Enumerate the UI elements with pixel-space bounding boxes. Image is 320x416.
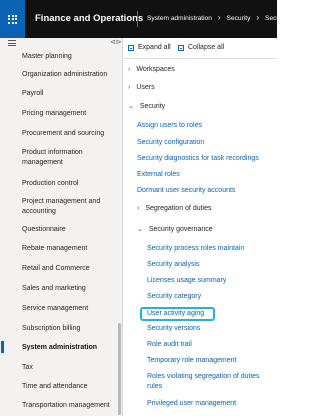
chevron-down-icon: ⌄ xyxy=(128,103,134,110)
link-user-activity-aging[interactable]: User activity aging xyxy=(147,309,204,319)
expand-all-button[interactable]: Expand all xyxy=(128,44,171,51)
top-bar: Finance and Operations System administra… xyxy=(0,0,284,38)
chevron-right-icon: › xyxy=(128,66,131,73)
chevron-right-icon: › xyxy=(256,13,260,22)
chevron-right-icon: › xyxy=(128,84,131,91)
nav-item-production-control[interactable]: Production control xyxy=(22,179,118,189)
section-security[interactable]: ⌄ Security xyxy=(128,102,165,110)
expand-all-label: Expand all xyxy=(138,44,171,51)
app-title[interactable]: Finance and Operations xyxy=(35,13,143,24)
expand-all-icon xyxy=(128,44,134,51)
link-security-analysis[interactable]: Security analysis xyxy=(147,260,200,270)
collapse-all-label: Collapse all xyxy=(188,44,225,51)
breadcrumb: System administration › Security › Secur… xyxy=(147,14,284,22)
link-security-configuration[interactable]: Security configuration xyxy=(137,138,204,148)
nav-item-sales-and-marketing[interactable]: Sales and marketing xyxy=(22,284,118,294)
hamburger-icon[interactable] xyxy=(8,40,16,48)
nav-item-system-administration[interactable]: System administration xyxy=(22,343,118,353)
group-governance-label: Security governance xyxy=(148,226,213,233)
group-security-governance[interactable]: ⌄ Security governance xyxy=(137,225,213,233)
group-segregation-of-duties[interactable]: › Segregation of duties xyxy=(137,205,212,212)
nav-item-tax[interactable]: Tax xyxy=(22,363,118,373)
link-dormant-user-security-accounts[interactable]: Dormant user security accounts xyxy=(137,186,235,196)
section-users[interactable]: › Users xyxy=(128,84,155,91)
section-workspaces-label: Workspaces xyxy=(136,66,175,73)
waffle-icon xyxy=(8,14,17,24)
nav-item-payroll[interactable]: Payroll xyxy=(22,89,118,99)
active-item-indicator xyxy=(1,341,4,353)
topbar-divider xyxy=(137,11,138,27)
nav-item-pricing-management[interactable]: Pricing management xyxy=(22,109,118,119)
pin-icon[interactable]: ⊲⊳ xyxy=(110,38,122,46)
chevron-down-icon: ⌄ xyxy=(137,226,143,233)
link-privileged-user-management[interactable]: Privileged user management xyxy=(147,399,236,409)
nav-item-subscription-billing[interactable]: Subscription billing xyxy=(22,324,118,334)
nav-item-project-management-and-accounting[interactable]: Project management and accounting xyxy=(22,197,118,217)
nav-item-retail-and-commerce[interactable]: Retail and Commerce xyxy=(22,264,118,274)
nav-item-time-and-attendance[interactable]: Time and attendance xyxy=(22,382,118,392)
nav-item-service-management[interactable]: Service management xyxy=(22,304,118,314)
nav-item-transportation-management[interactable]: Transportation management xyxy=(22,401,118,411)
nav-scrollbar[interactable] xyxy=(118,323,121,415)
link-licenses-usage-summary[interactable]: Licenses usage summary xyxy=(147,276,226,286)
app-launcher-button[interactable] xyxy=(0,0,25,38)
section-security-label: Security xyxy=(139,103,166,110)
collapse-all-icon xyxy=(178,44,184,51)
navigation-pane: ⊲⊳ Master planning Organization administ… xyxy=(0,38,123,416)
nav-item-organization-administration[interactable]: Organization administration xyxy=(22,70,118,80)
nav-item-master-planning[interactable]: Master planning xyxy=(22,52,118,62)
nav-header: ⊲⊳ xyxy=(0,38,122,51)
link-external-roles[interactable]: External roles xyxy=(137,170,180,180)
nav-item-procurement-and-sourcing[interactable]: Procurement and sourcing xyxy=(22,129,118,139)
chevron-right-icon: › xyxy=(217,13,221,22)
nav-item-product-information-management[interactable]: Product information management xyxy=(22,148,118,168)
section-users-label: Users xyxy=(136,84,155,91)
breadcrumb-item-system-administration[interactable]: System administration xyxy=(147,15,212,22)
link-temporary-role-management[interactable]: Temporary role management xyxy=(147,356,237,366)
group-segregation-label: Segregation of duties xyxy=(145,205,212,212)
link-role-audit-trail[interactable]: Role audit trail xyxy=(147,340,192,350)
breadcrumb-item-security[interactable]: Security xyxy=(227,15,251,22)
nav-item-rebate-management[interactable]: Rebate management xyxy=(22,244,118,254)
link-security-diagnostics[interactable]: Security diagnostics for task recordings xyxy=(137,154,259,164)
breadcrumb-item-current[interactable]: Securi xyxy=(265,15,284,22)
nav-item-questionnaire[interactable]: Questionnaire xyxy=(22,225,118,235)
link-security-category[interactable]: Security category xyxy=(147,292,201,302)
divider xyxy=(124,58,277,59)
chevron-right-icon: › xyxy=(137,205,140,212)
link-roles-violating-segregation[interactable]: Roles violating segregation of duties ru… xyxy=(147,372,272,392)
module-content: Expand all Collapse all › Workspaces › Use… xyxy=(124,38,277,416)
section-workspaces[interactable]: › Workspaces xyxy=(128,66,175,73)
link-security-process-roles-maintain[interactable]: Security process roles maintain xyxy=(147,244,244,254)
link-security-versions[interactable]: Security versions xyxy=(147,324,200,334)
link-assign-users-to-roles[interactable]: Assign users to roles xyxy=(137,121,202,131)
collapse-all-button[interactable]: Collapse all xyxy=(178,44,224,51)
